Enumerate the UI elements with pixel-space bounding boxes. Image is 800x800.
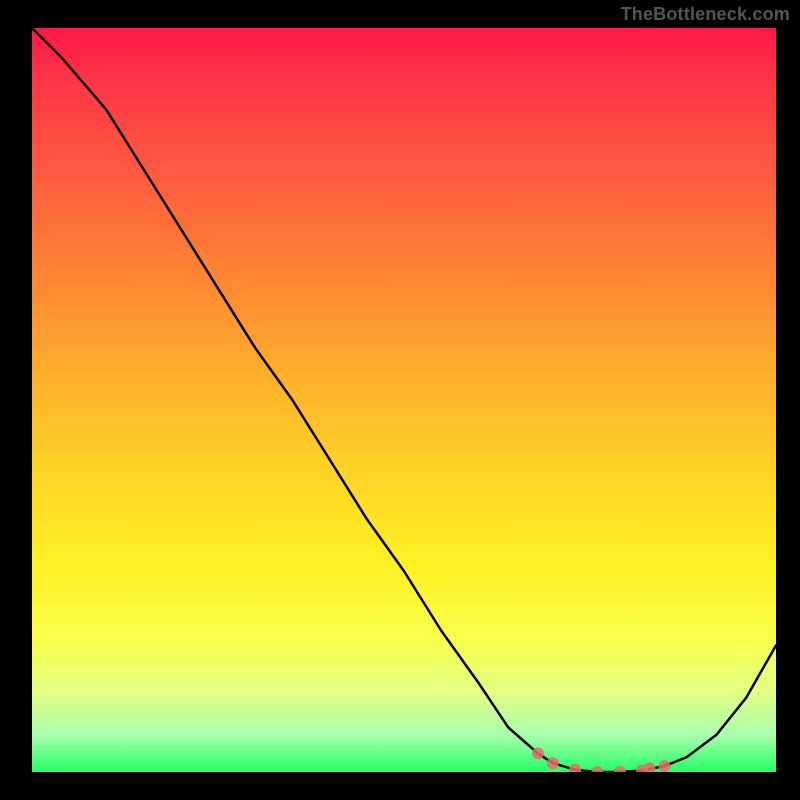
curve-group [32, 28, 776, 772]
bottleneck-curve [32, 28, 776, 772]
watermark-label: TheBottleneck.com [621, 4, 790, 25]
bottom-marker [614, 766, 626, 772]
bottom-marker [658, 760, 670, 772]
bottom-marker [532, 747, 544, 759]
markers-group [532, 747, 670, 772]
bottom-marker [547, 757, 559, 769]
curve-svg [32, 28, 776, 772]
bottom-marker [569, 764, 581, 772]
plot-area [32, 28, 776, 772]
bottom-marker [591, 766, 603, 772]
chart-container: TheBottleneck.com [0, 0, 800, 800]
bottom-marker [644, 762, 656, 772]
